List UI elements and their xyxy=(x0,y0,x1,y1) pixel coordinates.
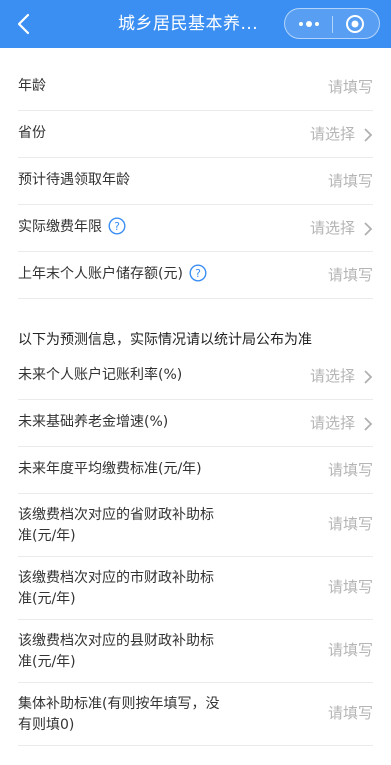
avg-payment-label: 未来年度平均缴费标准(元/年) xyxy=(18,461,202,477)
county-subsidy-input[interactable]: 请填写 xyxy=(328,640,373,661)
form-row-pension-growth[interactable]: 未来基础养老金增速(%) 请选择 xyxy=(18,400,373,447)
form-row-retirement-age[interactable]: 预计待遇领取年龄 请填写 xyxy=(18,158,373,205)
retirement-age-input[interactable]: 请填写 xyxy=(328,171,373,192)
province-subsidy-label: 该缴费档次对应的省财政补助标 准(元/年) xyxy=(18,507,214,544)
age-input[interactable]: 请填写 xyxy=(328,77,373,98)
city-subsidy-input[interactable]: 请填写 xyxy=(328,577,373,598)
account-balance-label: 上年末个人账户储存额(元)? xyxy=(18,263,207,285)
retirement-age-label: 预计待遇领取年龄 xyxy=(18,172,130,188)
form-row-collective-subsidy[interactable]: 集体补助标准(有则按年填写，没 有则填0) 请填写 xyxy=(18,683,373,746)
form-row-age[interactable]: 年龄 请填写 xyxy=(18,64,373,111)
mini-program-capsule xyxy=(284,8,380,39)
form-row-avg-payment[interactable]: 未来年度平均缴费标准(元/年) 请填写 xyxy=(18,447,373,494)
payment-years-label: 实际缴费年限? xyxy=(18,216,126,238)
page-title: 城乡居民基本养... xyxy=(118,14,259,34)
city-subsidy-label: 该缴费档次对应的市财政补助标 准(元/年) xyxy=(18,570,214,607)
payment-years-select[interactable]: 请选择 xyxy=(310,218,355,239)
capsule-divider xyxy=(332,16,333,33)
interest-rate-select[interactable]: 请选择 xyxy=(310,366,355,387)
province-label: 省份 xyxy=(18,125,46,141)
forecast-section-title: 以下为预测信息，实际情况请以统计局公布为准 xyxy=(18,332,312,348)
chevron-right-icon xyxy=(364,417,373,431)
form-row-province[interactable]: 省份 请选择 xyxy=(18,111,373,158)
close-circle-icon[interactable] xyxy=(345,14,365,34)
form-row-county-subsidy[interactable]: 该缴费档次对应的县财政补助标 准(元/年) 请填写 xyxy=(18,620,373,683)
help-question-icon[interactable]: ? xyxy=(108,216,126,235)
form-row-payment-years[interactable]: 实际缴费年限? 请选择 xyxy=(18,205,373,252)
chevron-right-icon xyxy=(364,222,373,236)
svg-text:?: ? xyxy=(195,267,201,280)
collective-subsidy-input[interactable]: 请填写 xyxy=(328,703,373,724)
form-row-province-subsidy[interactable]: 该缴费档次对应的省财政补助标 准(元/年) 请填写 xyxy=(18,494,373,557)
age-label: 年龄 xyxy=(18,78,46,94)
svg-text:?: ? xyxy=(114,220,120,233)
navigation-bar: 城乡居民基本养... xyxy=(0,0,391,48)
province-select[interactable]: 请选择 xyxy=(310,124,355,145)
avg-payment-input[interactable]: 请填写 xyxy=(328,460,373,481)
pension-growth-select[interactable]: 请选择 xyxy=(310,413,355,434)
account-balance-input[interactable]: 请填写 xyxy=(328,265,373,286)
back-arrow-icon[interactable] xyxy=(10,10,38,38)
form-row-interest-rate[interactable]: 未来个人账户记账利率(%) 请选择 xyxy=(18,353,373,400)
form-row-city-subsidy[interactable]: 该缴费档次对应的市财政补助标 准(元/年) 请填写 xyxy=(18,557,373,620)
form-row-account-balance[interactable]: 上年末个人账户储存额(元)? 请填写 xyxy=(18,252,373,299)
chevron-right-icon xyxy=(364,128,373,142)
collective-subsidy-label: 集体补助标准(有则按年填写，没 有则填0) xyxy=(18,696,220,733)
chevron-right-icon xyxy=(364,370,373,384)
more-dots-icon[interactable] xyxy=(294,14,324,34)
pension-growth-label: 未来基础养老金增速(%) xyxy=(18,414,169,430)
county-subsidy-label: 该缴费档次对应的县财政补助标 准(元/年) xyxy=(18,633,214,670)
province-subsidy-input[interactable]: 请填写 xyxy=(328,514,373,535)
help-question-icon[interactable]: ? xyxy=(189,263,207,282)
interest-rate-label: 未来个人账户记账利率(%) xyxy=(18,367,183,383)
